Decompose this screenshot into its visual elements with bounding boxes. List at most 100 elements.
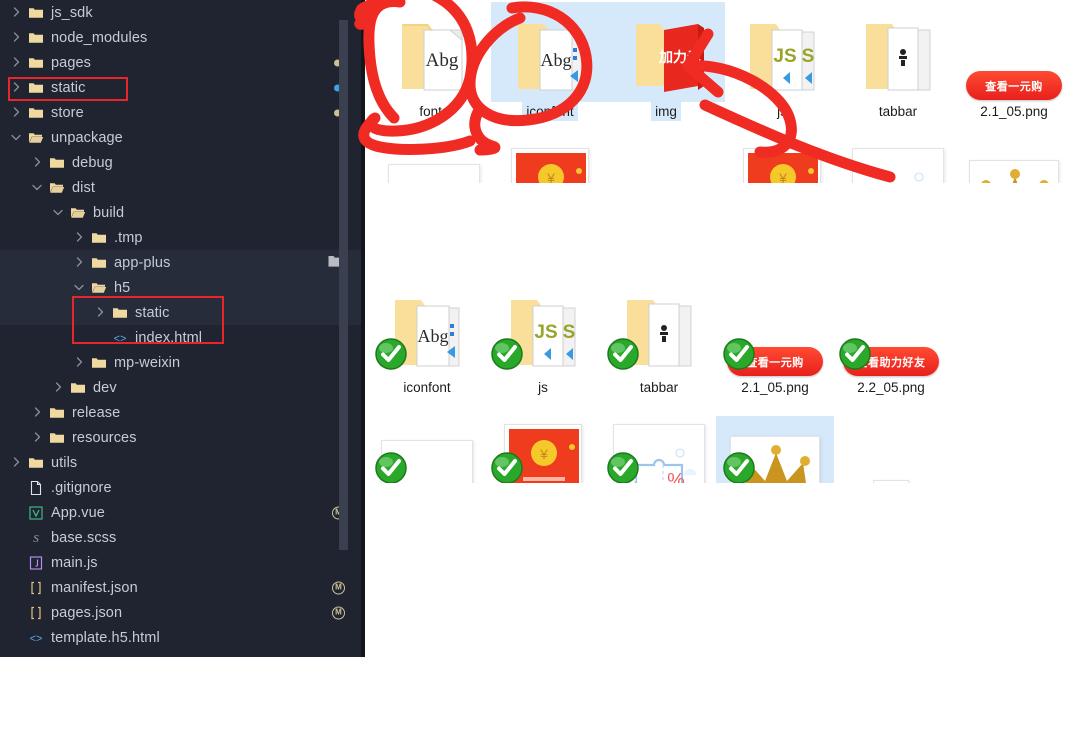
tree-row-gitignore[interactable]: .gitignore	[0, 475, 365, 500]
file-item[interactable]: 查看助力好友 2.2_05.png	[832, 278, 950, 402]
file-thumbnail: Abg	[491, 2, 609, 102]
tree-row-build[interactable]: build	[0, 200, 365, 225]
file-item[interactable]	[368, 416, 486, 483]
tree-row-static[interactable]: static	[0, 75, 365, 100]
modified-badge: M	[332, 581, 345, 594]
tree-row-release[interactable]: release	[0, 400, 365, 425]
file-item[interactable]: JS Sjs	[484, 278, 602, 402]
chevron-right-icon[interactable]	[31, 406, 45, 420]
file-thumbnail: %	[839, 140, 957, 183]
chevron-right-icon[interactable]	[31, 156, 45, 170]
chevron-down-icon[interactable]	[52, 206, 66, 220]
tree-row-label: release	[72, 404, 121, 421]
chevron-right-icon[interactable]	[10, 31, 24, 45]
file-name-label: js	[777, 104, 787, 119]
file-item[interactable]	[375, 140, 493, 183]
chevron-right-icon[interactable]	[10, 56, 24, 70]
tree-row-label: node_modules	[51, 29, 148, 46]
chevron-down-icon[interactable]	[10, 131, 24, 145]
modified-badge: M	[332, 606, 345, 619]
file-group-checked[interactable]: Abg iconfont JS Sjs tabbar 查看一元购 2.1_05.png 查看助…	[365, 276, 1073, 483]
file-group-unselected[interactable]: Abg fonts Abg iconfont 加力元 img JS Sjs tabbar 查看一元…	[365, 0, 1073, 183]
folder-icon	[27, 29, 44, 46]
file-item[interactable]: tabbar	[839, 2, 957, 126]
file-name-label: img	[651, 102, 681, 121]
file-item[interactable]: JS Sjs	[723, 2, 841, 126]
tree-row-dist[interactable]: dist	[0, 175, 365, 200]
file-name-label: 2.1_05.png	[980, 104, 1048, 119]
svg-text:加力元: 加力元	[658, 49, 701, 65]
chevron-down-icon[interactable]	[73, 281, 87, 295]
tree-row-label: .gitignore	[51, 479, 112, 496]
tree-row-index-html[interactable]: <> index.html	[0, 325, 365, 350]
tree-row-pages[interactable]: pages	[0, 50, 365, 75]
file-item[interactable]: 加力元 img	[607, 2, 725, 126]
tree-row-h5[interactable]: h5	[0, 275, 365, 300]
file-item[interactable]: Abg iconfont	[491, 2, 609, 126]
sass-icon: S	[27, 529, 44, 546]
tree-row-base-scss[interactable]: Sbase.scss	[0, 525, 365, 550]
tree-row-h5-static[interactable]: static	[0, 300, 365, 325]
folder-font-icon: Abg	[402, 24, 463, 91]
chevron-right-icon[interactable]	[10, 106, 24, 120]
folder-icon	[27, 454, 44, 471]
file-thumbnail: 加力元	[607, 2, 725, 102]
png-thumbnail-blank	[388, 164, 480, 183]
tree-row-mp-weixin[interactable]: mp-weixin	[0, 350, 365, 375]
file-item[interactable]: Abg fonts	[375, 2, 493, 126]
tree-row-label: template.h5.html	[51, 629, 160, 646]
chevron-right-icon[interactable]	[10, 456, 24, 470]
chevron-right-icon[interactable]	[94, 306, 108, 320]
tree-row-js_sdk[interactable]: js_sdk	[0, 0, 365, 25]
file-name-label: 2.1_05.png	[741, 380, 809, 395]
tree-row-debug[interactable]: debug	[0, 150, 365, 175]
tree-row-label: store	[51, 104, 84, 121]
file-item[interactable]: tabbar	[600, 278, 718, 402]
file-item[interactable]: %	[600, 416, 718, 483]
chevron-right-icon[interactable]	[73, 256, 87, 270]
svg-text:S: S	[563, 322, 576, 343]
file-name-label: fonts	[419, 104, 449, 119]
tree-row-template-h5[interactable]: <> template.h5.html	[0, 625, 365, 650]
file-tree-sidebar[interactable]: js_sdk node_modulespages static store unpack…	[0, 0, 365, 657]
file-item[interactable]: Abg iconfont	[368, 278, 486, 402]
file-item[interactable]	[832, 416, 950, 483]
tree-row-pages-json[interactable]: pages.json M	[0, 600, 365, 625]
file-item[interactable]	[716, 416, 834, 483]
chevron-right-icon[interactable]	[31, 431, 45, 445]
file-item[interactable]	[955, 140, 1073, 183]
tree-row-tmp[interactable]: .tmp	[0, 225, 365, 250]
file-item[interactable]: ¥	[484, 416, 602, 483]
file-item[interactable]: %	[839, 140, 957, 183]
file-item[interactable]: ¥	[723, 140, 841, 183]
tree-row-unpackage[interactable]: unpackage	[0, 125, 365, 150]
tree-row-label: base.scss	[51, 529, 117, 546]
folder-icon	[111, 304, 128, 321]
sidebar-scrollbar[interactable]	[339, 20, 348, 550]
chevron-right-icon[interactable]	[10, 81, 24, 95]
tree-row-label: manifest.json	[51, 579, 138, 596]
tree-row-dev[interactable]: dev	[0, 375, 365, 400]
chevron-right-icon[interactable]	[73, 356, 87, 370]
file-tree[interactable]: js_sdk node_modulespages static store unpack…	[0, 0, 365, 650]
tree-row-label: static	[51, 79, 86, 96]
tree-row-main-js[interactable]: main.js	[0, 550, 365, 575]
folder-icon	[48, 404, 65, 421]
tree-row-manifest-json[interactable]: manifest.json M	[0, 575, 365, 600]
tree-row-resources[interactable]: resources	[0, 425, 365, 450]
file-explorer-pane[interactable]: Abg fonts Abg iconfont 加力元 img JS Sjs tabbar 查看一元…	[365, 0, 1073, 745]
file-item[interactable]: 查看一元购 2.1_05.png	[955, 2, 1073, 126]
chevron-right-icon[interactable]	[52, 381, 66, 395]
json-icon	[27, 604, 44, 621]
file-item[interactable]: 查看一元购 2.1_05.png	[716, 278, 834, 402]
chevron-right-icon[interactable]	[10, 6, 24, 20]
file-item[interactable]: ¥	[491, 140, 609, 183]
tree-row-node_modules[interactable]: node_modules	[0, 25, 365, 50]
chevron-right-icon[interactable]	[73, 231, 87, 245]
tree-row-app-plus[interactable]: app-plus	[0, 250, 365, 275]
chevron-down-icon[interactable]	[31, 181, 45, 195]
file-name-label: iconfont	[522, 102, 578, 121]
tree-row-store[interactable]: store	[0, 100, 365, 125]
tree-row-utils[interactable]: utils	[0, 450, 365, 475]
tree-row-app-vue[interactable]: App.vueM	[0, 500, 365, 525]
